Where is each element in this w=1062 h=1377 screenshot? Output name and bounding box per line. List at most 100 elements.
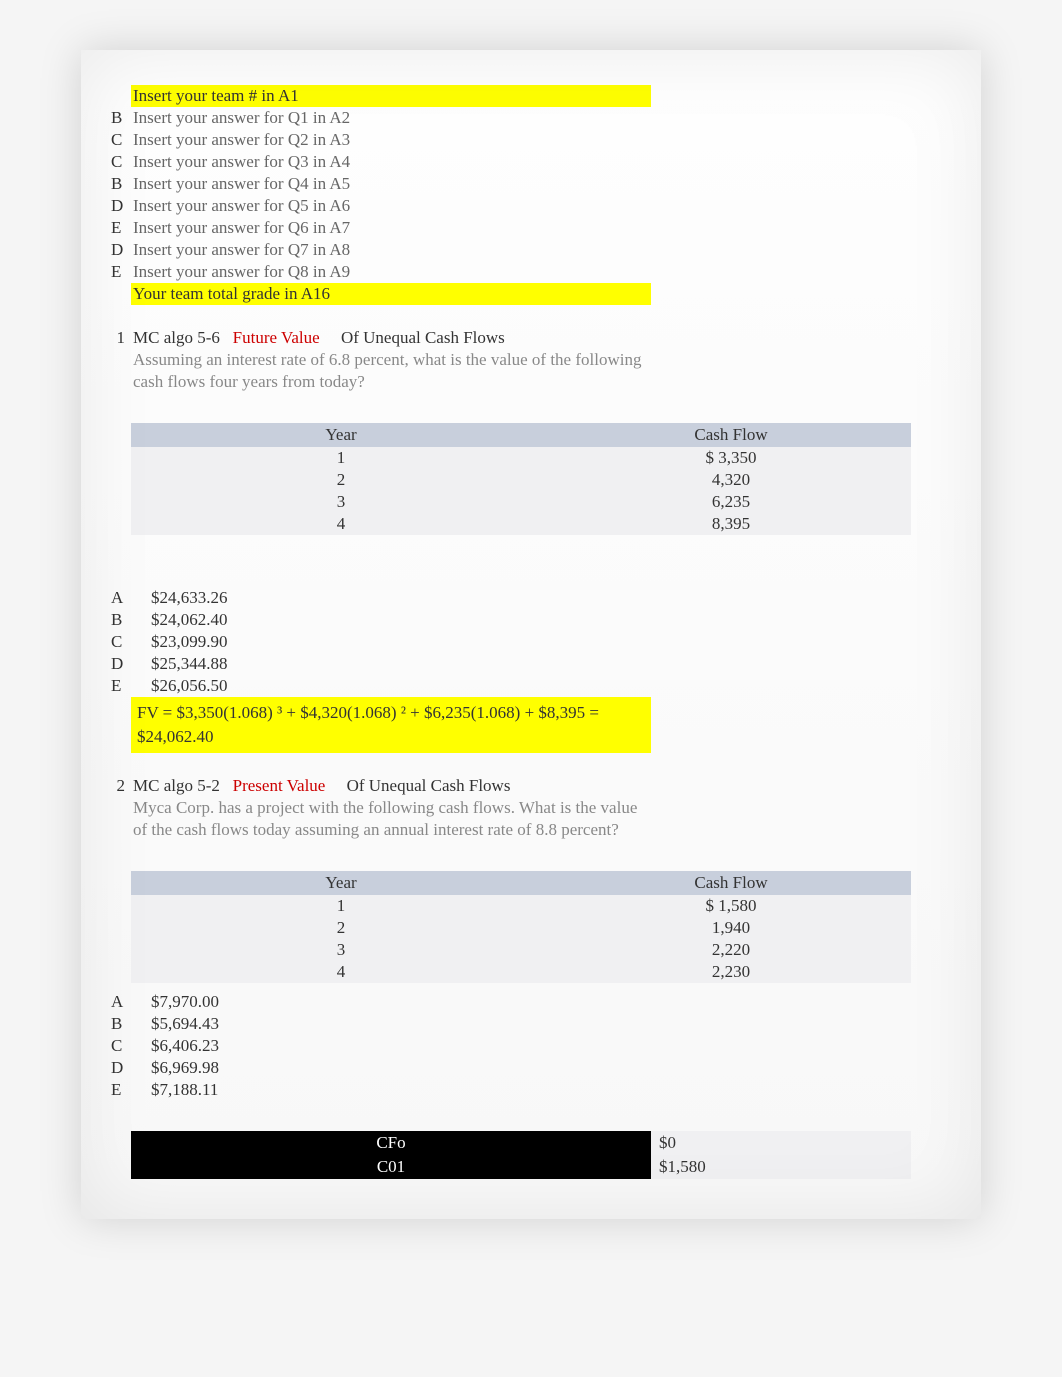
year-cell: 2 (131, 917, 551, 939)
table-row: 21,940 (131, 917, 911, 939)
choice-letter: C (111, 1035, 131, 1057)
year-cell: 4 (131, 513, 551, 535)
document-page: Insert your team # in A1 BInsert your an… (81, 50, 981, 1219)
calc-value: $0 (651, 1131, 911, 1155)
table-row: 1$ 1,580 (131, 895, 911, 917)
cashflow-cell: 4,320 (551, 469, 911, 491)
table-header-year: Year (131, 871, 551, 895)
table-header-cashflow: Cash Flow (551, 423, 911, 447)
question-2-title: 2 MC algo 5-2 Present Value Of Unequal C… (111, 775, 951, 797)
calc-value: $1,580 (651, 1155, 911, 1179)
table-row: 36,235 (131, 491, 911, 513)
answer-choice: C$23,099.90 (111, 631, 951, 653)
choice-value: $24,062.40 (131, 609, 228, 631)
q1-formula: FV = $3,350(1.068) ³ + $4,320(1.068) ² +… (131, 697, 651, 753)
year-cell: 4 (131, 961, 551, 983)
year-cell: 1 (131, 447, 551, 469)
year-cell: 1 (131, 895, 551, 917)
choice-value: $5,694.43 (131, 1013, 219, 1035)
calc-label: C01 (131, 1155, 651, 1179)
answer-choice: D$6,969.98 (111, 1057, 951, 1079)
question-description: Myca Corp. has a project with the follow… (131, 797, 651, 841)
cashflow-cell: $ 3,350 (551, 447, 911, 469)
table-row: 48,395 (131, 513, 911, 535)
q1-formula-row: FV = $3,350(1.068) ³ + $4,320(1.068) ² +… (111, 697, 951, 753)
choice-letter: E (111, 675, 131, 697)
choice-letter: A (111, 991, 131, 1013)
answer-choice: B$5,694.43 (111, 1013, 951, 1035)
table-header-year: Year (131, 423, 551, 447)
answer-choice: A$24,633.26 (111, 587, 951, 609)
instruction-text: Insert your answer for Q1 in A2 (131, 107, 651, 129)
instruction-row: EInsert your answer for Q6 in A7 (111, 217, 951, 239)
instruction-row: EInsert your answer for Q8 in A9 (111, 261, 951, 283)
answer-choice: E$7,188.11 (111, 1079, 951, 1101)
concept-suffix: Of Unequal Cash Flows (341, 328, 505, 347)
answer-letter: D (111, 195, 131, 217)
cashflow-cell: 8,395 (551, 513, 911, 535)
table-header-cashflow: Cash Flow (551, 871, 911, 895)
concept-label: Future Value (233, 328, 320, 347)
concept-suffix: Of Unequal Cash Flows (347, 776, 511, 795)
table-row: 1$ 3,350 (131, 447, 911, 469)
year-cell: 3 (131, 491, 551, 513)
choice-letter: B (111, 609, 131, 631)
answer-letter: C (111, 129, 131, 151)
choice-value: $7,970.00 (131, 991, 219, 1013)
table-row: 32,220 (131, 939, 911, 961)
choice-value: $6,406.23 (131, 1035, 219, 1057)
cashflow-cell: $ 1,580 (551, 895, 911, 917)
answer-letter: B (111, 107, 131, 129)
q2-calc-table: CFo$0C01$1,580 (131, 1131, 911, 1179)
instruction-row: DInsert your answer for Q5 in A6 (111, 195, 951, 217)
choice-letter: D (111, 1057, 131, 1079)
instruction-text: Insert your answer for Q5 in A6 (131, 195, 651, 217)
choice-value: $25,344.88 (131, 653, 228, 675)
choice-letter: E (111, 1079, 131, 1101)
answer-letter: B (111, 173, 131, 195)
instruction-text: Insert your answer for Q4 in A5 (131, 173, 651, 195)
cashflow-cell: 1,940 (551, 917, 911, 939)
q1-cashflow-table: Year Cash Flow 1$ 3,35024,32036,23548,39… (131, 423, 911, 535)
calc-row: CFo$0 (131, 1131, 911, 1155)
grade-row: Your team total grade in A16 (111, 283, 951, 305)
instruction-row: BInsert your answer for Q4 in A5 (111, 173, 951, 195)
year-cell: 3 (131, 939, 551, 961)
answer-choice: D$25,344.88 (111, 653, 951, 675)
year-cell: 2 (131, 469, 551, 491)
question-2-desc-row: Myca Corp. has a project with the follow… (111, 797, 951, 841)
cashflow-cell: 6,235 (551, 491, 911, 513)
choice-value: $6,969.98 (131, 1057, 219, 1079)
choice-letter: A (111, 587, 131, 609)
answer-letter: E (111, 217, 131, 239)
instruction-row: BInsert your answer for Q1 in A2 (111, 107, 951, 129)
team-instruction-row: Insert your team # in A1 (111, 85, 951, 107)
answer-choice: E$26,056.50 (111, 675, 951, 697)
answer-letter: C (111, 151, 131, 173)
instruction-text: Insert your answer for Q7 in A8 (131, 239, 651, 261)
question-1-desc-row: Assuming an interest rate of 6.8 percent… (111, 349, 951, 393)
cashflow-cell: 2,220 (551, 939, 911, 961)
question-number: 1 (111, 327, 131, 349)
algo-label: MC algo 5-6 (133, 328, 220, 347)
instruction-row: DInsert your answer for Q7 in A8 (111, 239, 951, 261)
choice-letter: D (111, 653, 131, 675)
instruction-text: Insert your answer for Q2 in A3 (131, 129, 651, 151)
question-number: 2 (111, 775, 131, 797)
choice-value: $23,099.90 (131, 631, 228, 653)
instruction-row: CInsert your answer for Q2 in A3 (111, 129, 951, 151)
choice-value: $24,633.26 (131, 587, 228, 609)
q2-calc-wrap: CFo$0C01$1,580 (111, 1131, 951, 1179)
grade-line: Your team total grade in A16 (131, 283, 651, 305)
answer-letter: E (111, 261, 131, 283)
table-row: 42,230 (131, 961, 911, 983)
q2-table-wrap: Year Cash Flow 1$ 1,58021,94032,22042,23… (111, 871, 951, 983)
instruction-row: CInsert your answer for Q3 in A4 (111, 151, 951, 173)
q2-cashflow-table: Year Cash Flow 1$ 1,58021,94032,22042,23… (131, 871, 911, 983)
question-1-title: 1 MC algo 5-6 Future Value Of Unequal Ca… (111, 327, 951, 349)
concept-label: Present Value (233, 776, 326, 795)
instruction-text: Insert your answer for Q6 in A7 (131, 217, 651, 239)
table-row: 24,320 (131, 469, 911, 491)
algo-label: MC algo 5-2 (133, 776, 220, 795)
instruction-text: Insert your answer for Q8 in A9 (131, 261, 651, 283)
